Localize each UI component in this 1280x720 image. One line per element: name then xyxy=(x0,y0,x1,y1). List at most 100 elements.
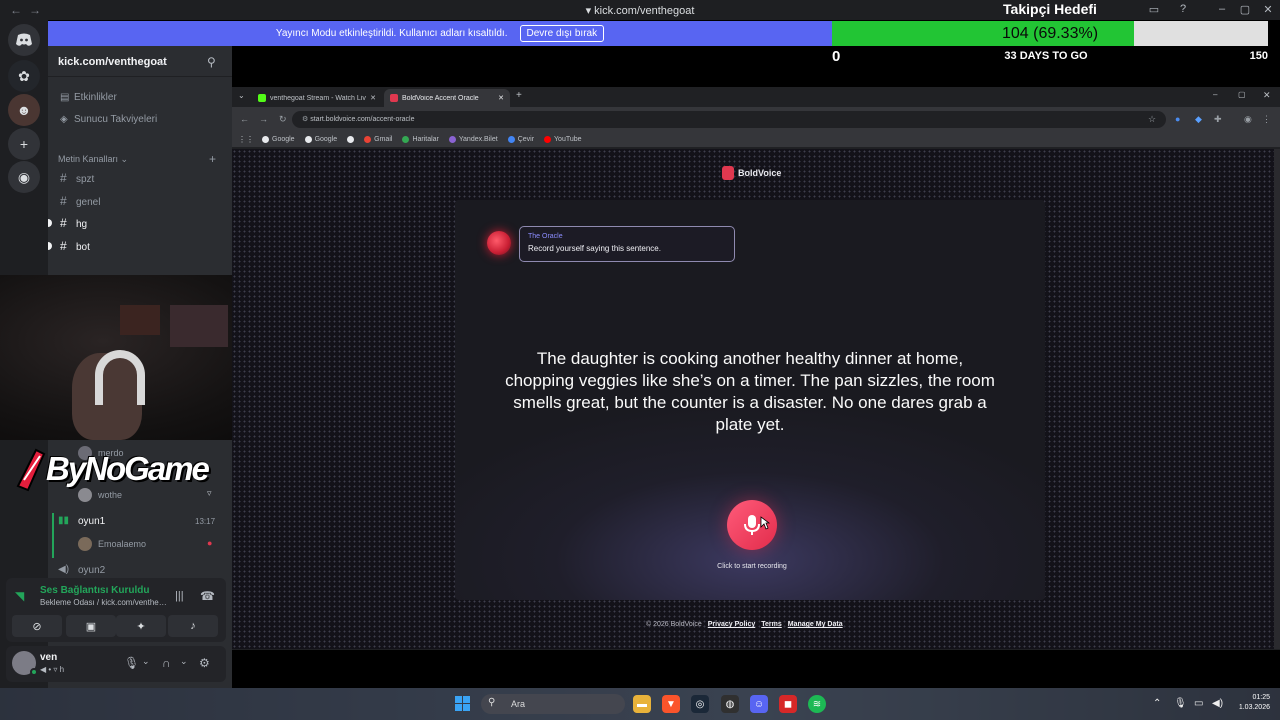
new-tab-icon[interactable]: + xyxy=(516,90,522,101)
server-icon-2[interactable]: ☻ xyxy=(8,94,40,126)
file-explorer-icon[interactable]: ▬ xyxy=(633,695,651,713)
bookmark-google[interactable]: Google xyxy=(262,135,295,143)
extensions-puzzle-icon[interactable]: ✚ xyxy=(1214,114,1222,125)
explore-servers-icon[interactable]: ◉ xyxy=(8,161,40,193)
back-icon[interactable]: ← xyxy=(240,114,249,124)
close-icon[interactable]: ✕ xyxy=(1260,3,1276,16)
soundboard-icon: ♪ xyxy=(190,620,196,632)
extension-icon[interactable]: ● xyxy=(1175,114,1180,124)
search-icon: ⚲ xyxy=(488,697,496,708)
hash-icon: # xyxy=(60,194,67,208)
bookmark-globe[interactable] xyxy=(347,135,355,143)
chevron-down-icon[interactable]: ⌄ xyxy=(159,57,167,68)
youtube-icon xyxy=(544,135,552,143)
hash-icon: # xyxy=(60,171,67,185)
app-icon[interactable]: ◍ xyxy=(721,695,739,713)
activities-button[interactable]: ✦ xyxy=(116,615,166,637)
privacy-policy-link[interactable]: Privacy Policy xyxy=(708,621,755,628)
discord-home-icon[interactable] xyxy=(8,24,40,56)
browser-close-icon[interactable]: ✕ xyxy=(1263,90,1271,101)
tray-microphone-icon[interactable]: 🎙 xyxy=(1174,698,1187,709)
text-channels-category[interactable]: Metin Kanalları ⌄ xyxy=(58,154,128,165)
speaker-icon: ◀) xyxy=(58,564,70,575)
close-tab-icon[interactable]: ✕ xyxy=(498,94,504,102)
username: ven xyxy=(40,652,58,663)
manage-data-link[interactable]: Manage My Data xyxy=(788,621,843,628)
tab-kick-stream[interactable]: venthegoat Stream - Watch Live ✕ xyxy=(252,89,382,107)
page-scrollbar[interactable] xyxy=(1274,149,1280,649)
channel-spzt[interactable]: # spzt xyxy=(60,171,94,185)
help-icon[interactable]: ? xyxy=(1175,3,1191,15)
tab-search-icon[interactable]: ⌄ xyxy=(238,91,245,100)
chevron-down-icon[interactable]: ⌄ xyxy=(142,656,150,667)
boldvoice-logo-icon[interactable] xyxy=(722,166,734,180)
boldvoice-brand-name[interactable]: BoldVoice xyxy=(738,168,781,178)
network-icon[interactable]: ▭ xyxy=(1194,698,1203,709)
add-server-icon[interactable]: + xyxy=(8,128,40,160)
site-info-icon[interactable]: ⚙ xyxy=(302,116,308,123)
profile-icon[interactable]: ◉ xyxy=(1244,114,1252,125)
page-footer: © 2026 BoldVoice Privacy Policy Terms Ma… xyxy=(646,621,843,628)
voice-status[interactable]: Ses Bağlantısı Kuruldu xyxy=(40,585,149,596)
browser-menu-icon[interactable]: ⋮ xyxy=(1262,114,1271,125)
steam-icon[interactable]: ◎ xyxy=(691,695,709,713)
practice-sentence: The daughter is cooking another healthy … xyxy=(505,349,995,434)
server-name[interactable]: kick.com/venthegoat xyxy=(58,56,167,68)
chevron-down-icon[interactable]: ⌄ xyxy=(180,656,188,667)
user-status-text: ◀ • ▿ h xyxy=(40,665,65,674)
create-channel-icon[interactable]: + xyxy=(209,152,216,166)
channel-bot[interactable]: # bot xyxy=(60,239,90,253)
disconnect-icon[interactable]: ☎ xyxy=(200,589,215,603)
close-tab-icon[interactable]: ✕ xyxy=(370,94,376,102)
microphone-icon xyxy=(744,515,760,535)
screen-share-button[interactable]: ▣ xyxy=(66,615,116,637)
microphone-icon[interactable]: 🎙 xyxy=(124,656,139,670)
noise-suppression-icon[interactable]: ||| xyxy=(175,590,184,602)
app-red-icon[interactable]: ◼ xyxy=(779,695,797,713)
tab-boldvoice[interactable]: BoldVoice Accent Oracle ✕ xyxy=(384,89,510,107)
brave-browser-icon[interactable]: ▼ xyxy=(662,695,680,713)
browser-minimize-icon[interactable]: – xyxy=(1213,90,1217,99)
sidebar-item-boosts[interactable]: ◈ Sunucu Takviyeleri xyxy=(60,114,157,125)
show-hidden-icons[interactable]: ⌃ xyxy=(1153,698,1161,709)
camera-off-button[interactable]: ⊘ xyxy=(12,615,62,637)
settings-gear-icon[interactable]: ⚙ xyxy=(199,656,210,670)
streaming-icon: ● xyxy=(207,538,213,548)
spotify-icon[interactable]: ≋ xyxy=(808,695,826,713)
address-bar[interactable]: ⚙ start.boldvoice.com/accent-oracle xyxy=(292,111,1166,128)
windows-start-icon[interactable] xyxy=(455,696,470,711)
bookmark-maps[interactable]: Haritalar xyxy=(402,135,439,143)
taskbar-search[interactable]: Ara xyxy=(481,694,625,714)
oracle-avatar xyxy=(487,231,511,255)
server-icon-1[interactable]: ✿ xyxy=(8,60,40,92)
hash-icon: # xyxy=(60,239,67,253)
browser-maximize-icon[interactable]: ▢ xyxy=(1238,90,1246,99)
channel-genel[interactable]: # genel xyxy=(60,194,100,208)
bookmark-google-2[interactable]: Google xyxy=(304,135,337,143)
bookmark-yandex[interactable]: Yandex.Bilet xyxy=(448,135,498,143)
disable-streamer-mode-button[interactable]: Devre dışı bırak xyxy=(519,25,605,42)
sidebar-item-events[interactable]: ▤ Etkinlikler xyxy=(60,92,117,103)
record-label: Click to start recording xyxy=(717,563,787,570)
terms-link[interactable]: Terms xyxy=(761,621,782,628)
maximize-icon[interactable]: ▢ xyxy=(1237,3,1253,16)
bookmark-star-icon[interactable]: ☆ xyxy=(1148,114,1156,125)
discord-taskbar-icon[interactable]: ☺ xyxy=(750,695,768,713)
forward-icon[interactable]: → xyxy=(259,114,268,124)
invite-people-icon[interactable]: ⚲ xyxy=(207,55,216,69)
headphones-icon[interactable]: ∩ xyxy=(162,656,171,670)
online-status-icon xyxy=(30,668,38,676)
soundboard-button[interactable]: ♪ xyxy=(168,615,218,637)
goal-days-left: 33 DAYS TO GO xyxy=(1004,50,1088,62)
taskbar-clock[interactable]: 01:25 1.03.2026 xyxy=(1222,693,1270,713)
boost-icon: ◈ xyxy=(60,114,68,125)
minimize-icon[interactable]: – xyxy=(1214,3,1230,15)
goal-progress-bar: 104 (69.33%) xyxy=(832,21,1268,46)
apps-grid-icon[interactable]: ⋮⋮ xyxy=(238,135,254,144)
reload-icon[interactable]: ↻ xyxy=(279,114,287,125)
bookmark-gmail[interactable]: Gmail xyxy=(364,135,392,143)
bookmark-translate[interactable]: Çevir xyxy=(507,135,534,143)
extension-icon[interactable]: ◆ xyxy=(1195,114,1202,125)
bookmark-youtube[interactable]: YouTube xyxy=(544,135,582,143)
channel-hg[interactable]: # hg xyxy=(60,216,87,230)
